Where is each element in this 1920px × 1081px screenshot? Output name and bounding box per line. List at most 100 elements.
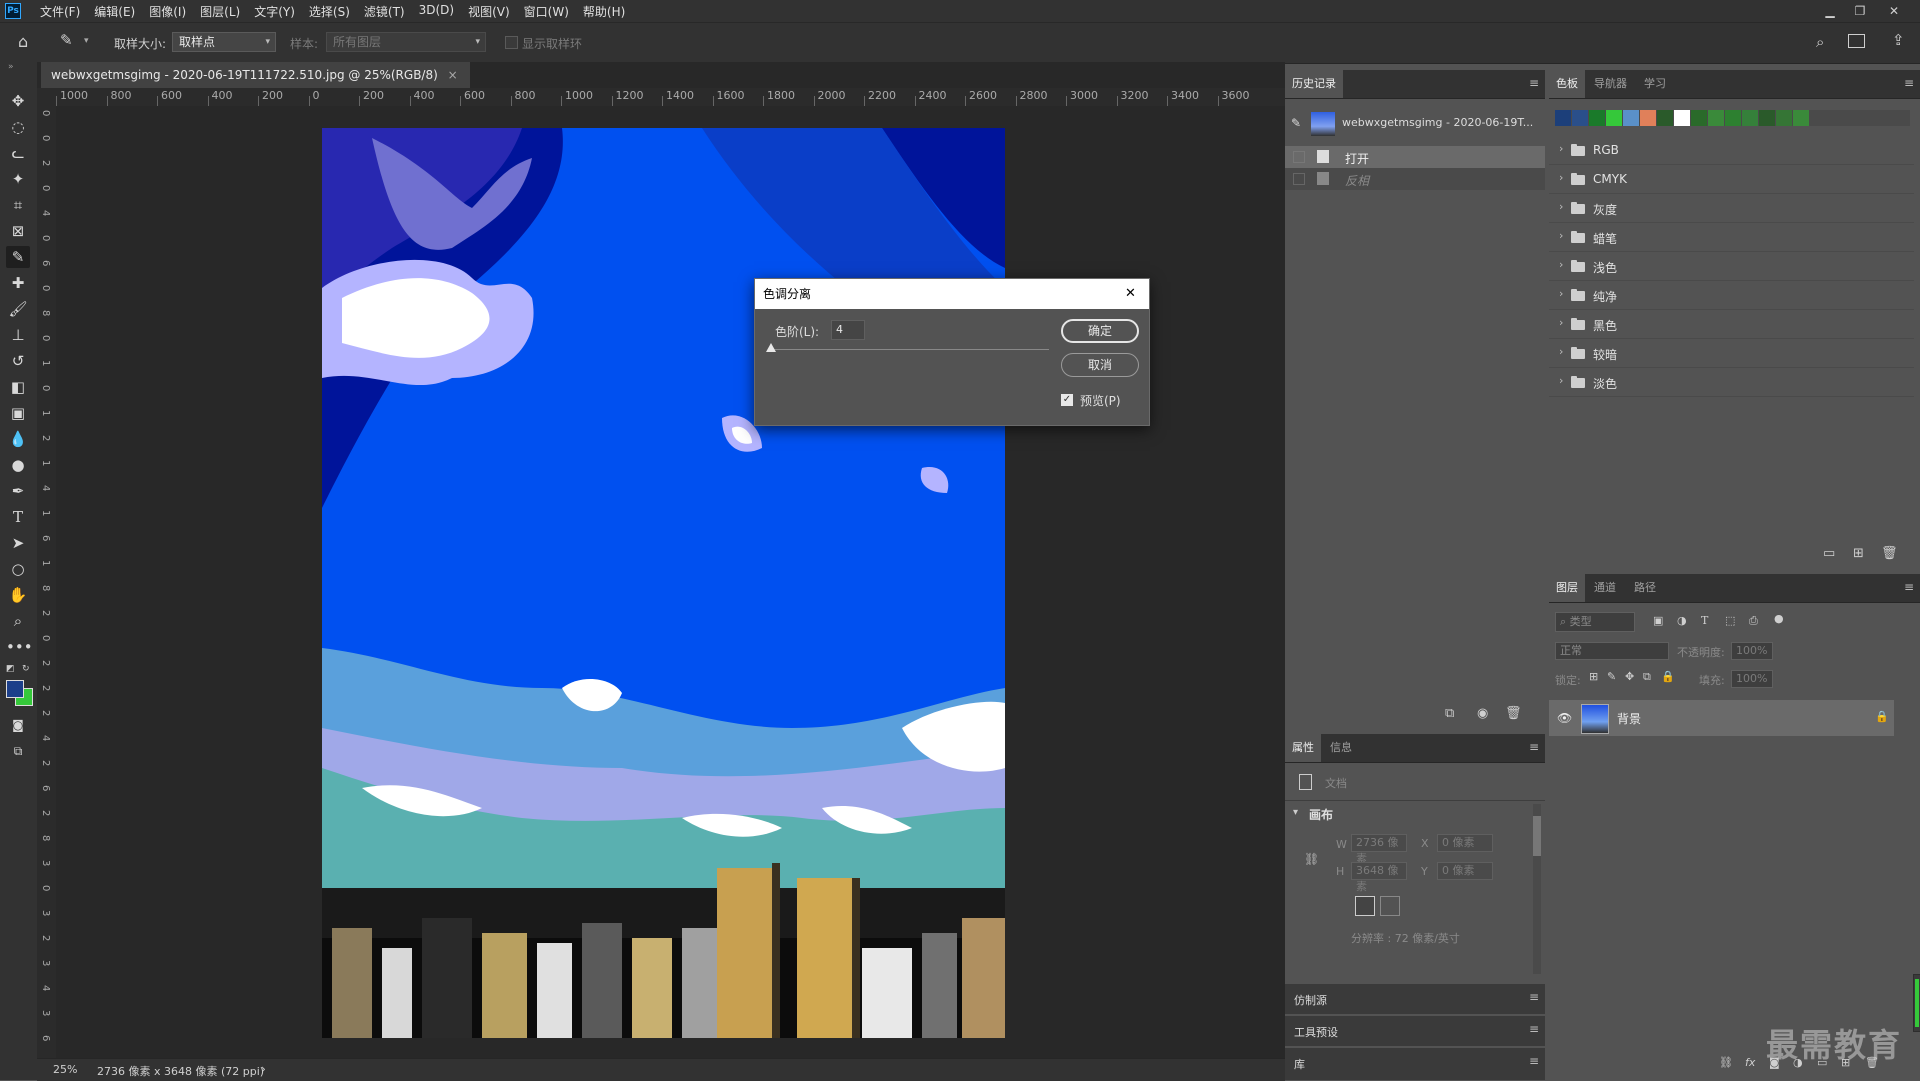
zoom-level[interactable]: 25%	[53, 1063, 77, 1076]
panel-menu-icon[interactable]: ≡	[1529, 76, 1539, 90]
swatch-group[interactable]: › 淡色	[1549, 368, 1914, 397]
tab-history[interactable]: 历史记录	[1285, 70, 1343, 98]
ellipse-tool-icon[interactable]: ○	[6, 558, 30, 580]
screen-mode-icon[interactable]: ⧉	[6, 740, 30, 762]
eyedropper-tool-icon[interactable]: ✎	[6, 246, 30, 268]
levels-input[interactable]: 4	[831, 320, 865, 340]
magic-wand-tool-icon[interactable]: ✦	[6, 168, 30, 190]
hand-tool-icon[interactable]: ✋	[6, 584, 30, 606]
chevron-right-icon[interactable]: ›	[1559, 142, 1563, 155]
color-swatch[interactable]	[1555, 110, 1571, 126]
chevron-right-icon[interactable]: ›	[1559, 345, 1563, 358]
default-colors-icon[interactable]: ◩	[6, 664, 15, 674]
menu-item[interactable]: 滤镜(T)	[357, 3, 412, 20]
new-group-folder-icon[interactable]: ▭	[1823, 546, 1835, 561]
eyedropper-tool-icon[interactable]: ✎	[60, 31, 73, 49]
history-item[interactable]: 反相	[1285, 168, 1545, 190]
tab-channels[interactable]: 通道	[1587, 574, 1623, 602]
color-swatch[interactable]	[1623, 110, 1639, 126]
height-field[interactable]: 3648 像素	[1351, 862, 1407, 893]
ok-button[interactable]: 确定	[1061, 319, 1139, 343]
chevron-right-icon[interactable]: ›	[1559, 229, 1563, 242]
color-swatch[interactable]	[1725, 110, 1741, 126]
tab-paths[interactable]: 路径	[1627, 574, 1663, 602]
sample-select[interactable]: 所有图层 ▾	[326, 32, 486, 52]
y-field[interactable]: 0 像素	[1437, 862, 1493, 880]
chevron-right-icon[interactable]: ›	[1559, 258, 1563, 271]
trash-icon[interactable]: 🗑	[1505, 706, 1522, 721]
chevron-right-icon[interactable]: ›	[1559, 287, 1563, 300]
more-tools-icon[interactable]: •••	[6, 636, 33, 658]
panel-menu-icon[interactable]: ≡	[1529, 1054, 1539, 1068]
color-swatch[interactable]	[1708, 110, 1724, 126]
swatch-group[interactable]: › 灰度	[1549, 194, 1914, 223]
tool-presets-panel[interactable]: 工具预设 ≡	[1285, 1016, 1545, 1046]
menu-item[interactable]: 文字(Y)	[247, 3, 302, 20]
menu-item[interactable]: 图层(L)	[193, 3, 247, 20]
opacity-field[interactable]: 100%	[1731, 642, 1773, 660]
properties-scrollbar[interactable]	[1533, 804, 1541, 974]
gradient-tool-icon[interactable]: ▣	[6, 402, 30, 424]
path-selection-tool-icon[interactable]: ➤	[6, 532, 30, 554]
sample-size-select[interactable]: 取样点 ▾	[172, 32, 276, 52]
camera-icon[interactable]: ◉	[1477, 706, 1488, 721]
close-window-icon[interactable]: ✕	[1886, 3, 1902, 19]
color-swatch[interactable]	[1759, 110, 1775, 126]
swatch-group[interactable]: › 浅色	[1549, 252, 1914, 281]
link-layers-icon[interactable]: ⛓	[1719, 1056, 1733, 1069]
lock-icon[interactable]: 🔒	[1875, 710, 1889, 723]
dialog-close-icon[interactable]: ✕	[1125, 286, 1136, 301]
search-icon[interactable]: ⌕	[1816, 33, 1824, 51]
menu-item[interactable]: 视图(V)	[461, 3, 517, 20]
panel-menu-icon[interactable]: ≡	[1529, 990, 1539, 1004]
color-swatch[interactable]	[1606, 110, 1622, 126]
zoom-tool-icon[interactable]: ⌕	[6, 610, 30, 632]
type-tool-icon[interactable]: T	[6, 506, 30, 528]
collapse-toolbar-icon[interactable]: »	[8, 62, 14, 72]
close-tab-icon[interactable]: ×	[448, 68, 458, 82]
panel-menu-icon[interactable]: ≡	[1904, 76, 1914, 90]
crop-tool-icon[interactable]: ⌗	[6, 194, 30, 216]
eraser-tool-icon[interactable]: ◧	[6, 376, 30, 398]
levels-slider-thumb[interactable]	[766, 343, 776, 352]
x-field[interactable]: 0 像素	[1437, 834, 1493, 852]
color-swatch[interactable]	[1572, 110, 1588, 126]
swatch-group[interactable]: › RGB	[1549, 136, 1914, 165]
filter-adjustment-icon[interactable]: ◑	[1677, 614, 1687, 627]
history-brush-source-icon[interactable]: ✎	[1291, 116, 1301, 130]
history-source-checkbox[interactable]	[1293, 151, 1305, 163]
workspace-icon[interactable]	[1848, 34, 1865, 48]
fill-field[interactable]: 100%	[1731, 670, 1773, 688]
blur-tool-icon[interactable]: 💧	[6, 428, 30, 450]
lock-transparent-icon[interactable]: ⊞	[1589, 670, 1598, 683]
swatch-group[interactable]: › CMYK	[1549, 165, 1914, 194]
document-canvas[interactable]	[322, 128, 1005, 1038]
tab-layers[interactable]: 图层	[1549, 574, 1585, 602]
width-field[interactable]: 2736 像素	[1351, 834, 1407, 865]
marquee-tool-icon[interactable]: ◌	[6, 116, 30, 138]
home-icon[interactable]: ⌂	[18, 32, 28, 51]
tab-swatches[interactable]: 色板	[1549, 70, 1585, 98]
swatch-group[interactable]: › 蜡笔	[1549, 223, 1914, 252]
history-brush-tool-icon[interactable]: ↺	[6, 350, 30, 372]
trash-icon[interactable]: 🗑	[1881, 546, 1898, 561]
filter-shape-icon[interactable]: ⬚	[1725, 614, 1735, 627]
lock-artboard-icon[interactable]: ⧉	[1643, 670, 1651, 684]
healing-brush-tool-icon[interactable]: ✚	[6, 272, 30, 294]
color-swatch[interactable]	[1589, 110, 1605, 126]
menu-item[interactable]: 图像(I)	[142, 3, 193, 20]
tab-learn[interactable]: 学习	[1637, 70, 1673, 98]
color-swatch[interactable]	[1742, 110, 1758, 126]
levels-slider-track[interactable]	[771, 349, 1049, 350]
layer-name[interactable]: 背景	[1617, 710, 1641, 727]
swap-colors-icon[interactable]: ↻	[22, 664, 30, 674]
minimize-icon[interactable]: ▁	[1822, 3, 1838, 19]
menu-item[interactable]: 3D(D)	[412, 3, 461, 20]
swatch-group[interactable]: › 黑色	[1549, 310, 1914, 339]
tab-navigator[interactable]: 导航器	[1587, 70, 1634, 98]
lasso-tool-icon[interactable]: ᓚ	[6, 142, 30, 164]
frame-tool-icon[interactable]: ⊠	[6, 220, 30, 242]
menu-item[interactable]: 文件(F)	[33, 3, 87, 20]
portrait-orientation-icon[interactable]	[1355, 896, 1375, 916]
visibility-eye-icon[interactable]: 👁	[1557, 711, 1572, 725]
